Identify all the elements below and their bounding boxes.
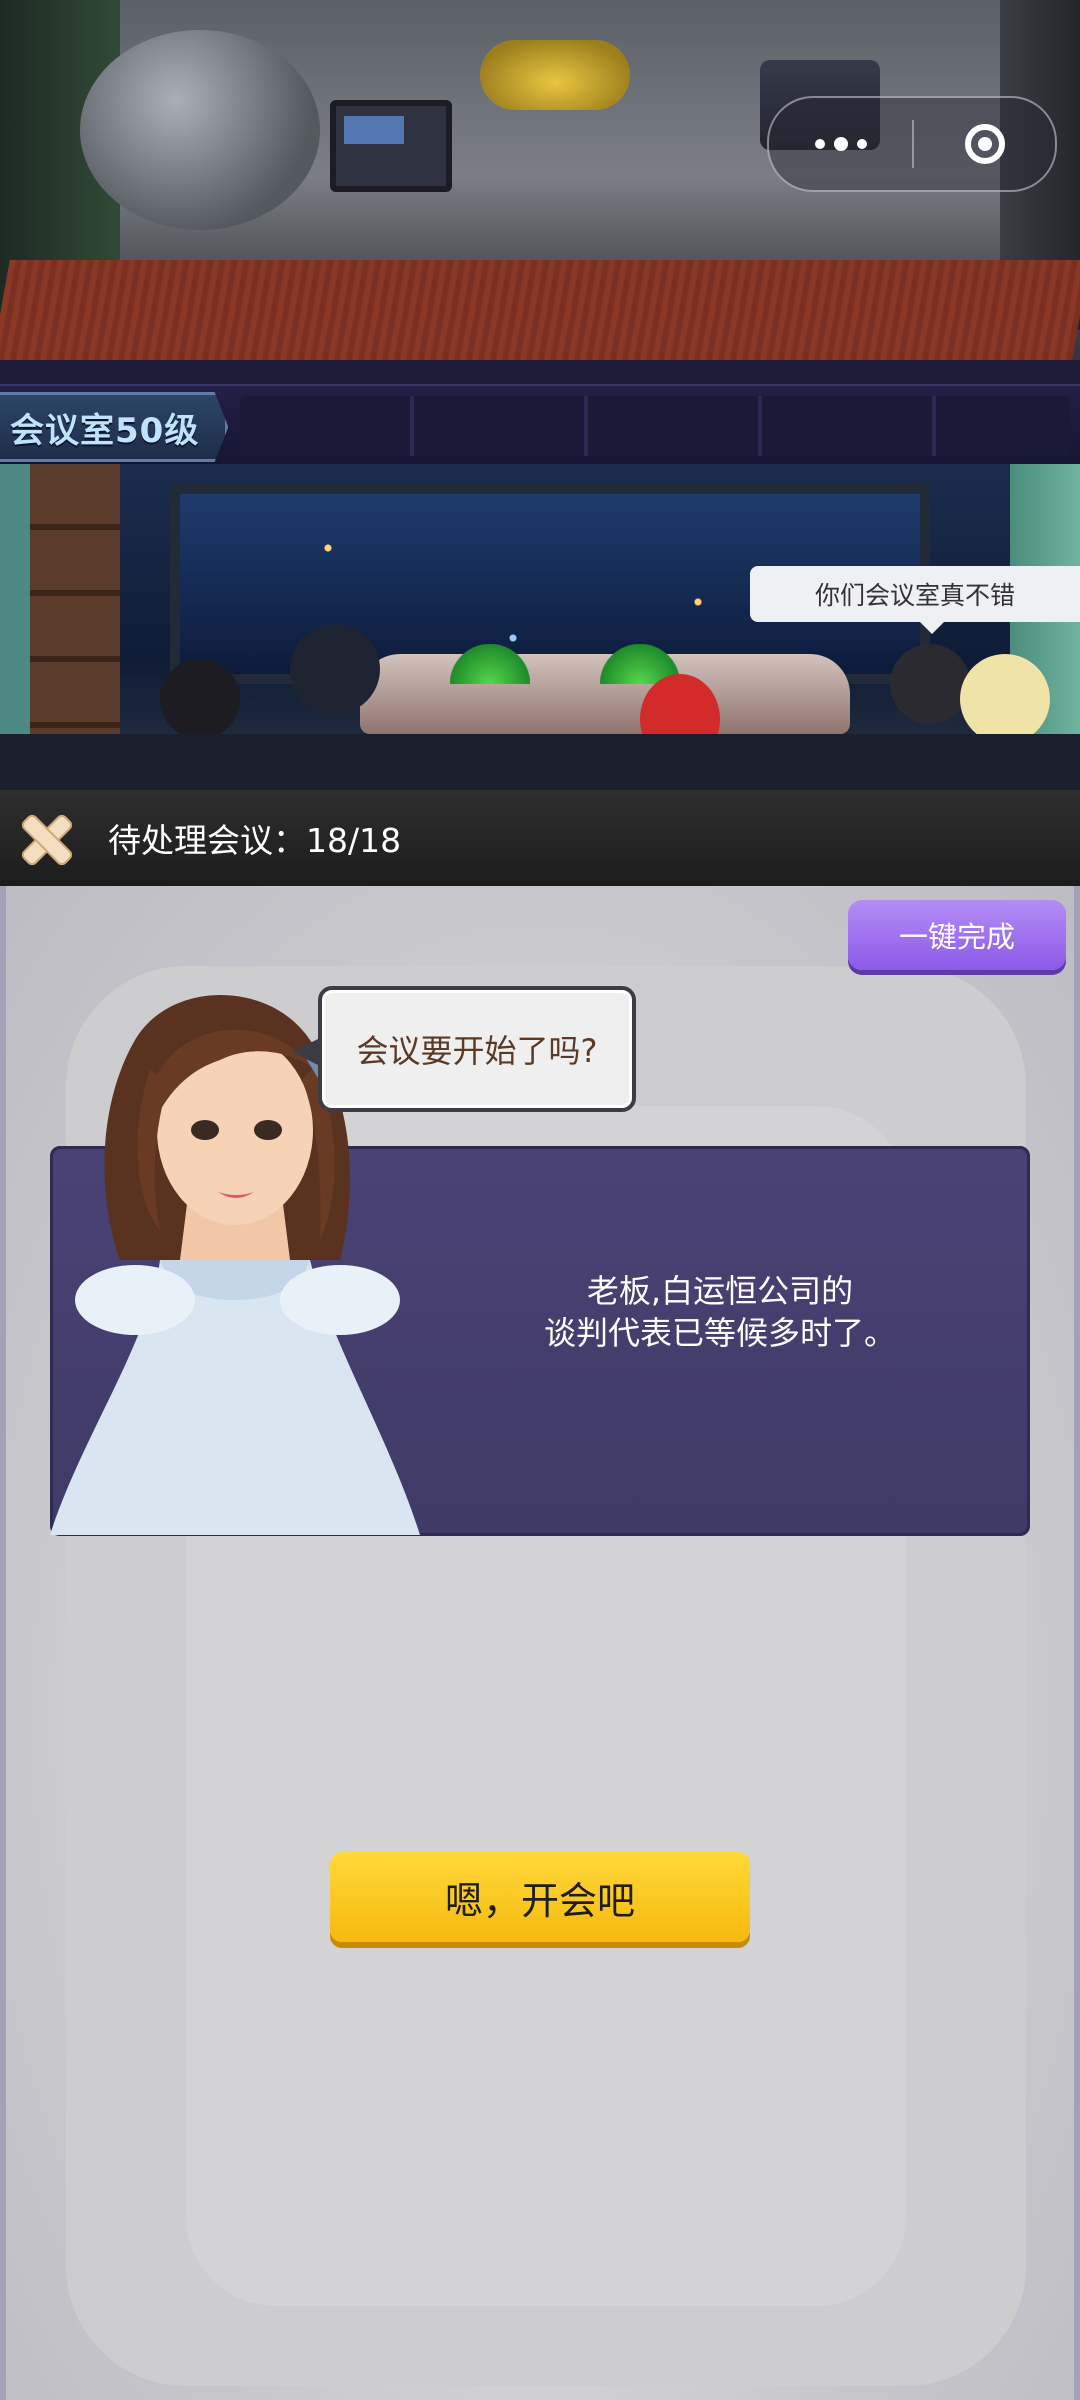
floor	[0, 734, 1080, 790]
close-x-icon[interactable]	[14, 808, 74, 868]
character-head	[890, 644, 970, 724]
character-head	[160, 659, 240, 739]
more-dots-icon[interactable]	[769, 98, 912, 190]
mini-program-close-icon[interactable]	[914, 98, 1055, 190]
game-scene-upper-room	[0, 0, 1080, 390]
one-key-complete-button[interactable]: 一键完成	[848, 900, 1066, 970]
room-level-tag: 会议室50级	[0, 392, 229, 462]
dialog-line: 谈判代表已等候多时了。	[543, 1314, 896, 1352]
start-meeting-button[interactable]: 嗯，开会吧	[330, 1852, 750, 1942]
dialog-line: 老板,白运恒公司的	[586, 1272, 854, 1310]
speech-bubble: 会议要开始了吗?	[292, 986, 636, 1112]
character-head	[960, 654, 1050, 744]
carpet-decor	[0, 260, 1080, 370]
chair-decor	[480, 40, 630, 110]
tv-decor	[330, 100, 452, 192]
meeting-room-scene	[0, 464, 1080, 790]
level-bar-cells	[240, 396, 1070, 456]
scene-speech-bubble: 你们会议室真不错	[750, 566, 1080, 634]
sofa-decor	[80, 30, 320, 230]
dialog-text: 老板,白运恒公司的 谈判代表已等候多时了。	[470, 1270, 970, 1354]
pending-meetings-title: 待处理会议：18/18	[108, 821, 402, 860]
plant-decor	[450, 644, 530, 684]
meeting-header-bar: 待处理会议：18/18	[0, 790, 1080, 886]
mini-program-capsule	[767, 96, 1057, 192]
character-head	[290, 624, 380, 714]
